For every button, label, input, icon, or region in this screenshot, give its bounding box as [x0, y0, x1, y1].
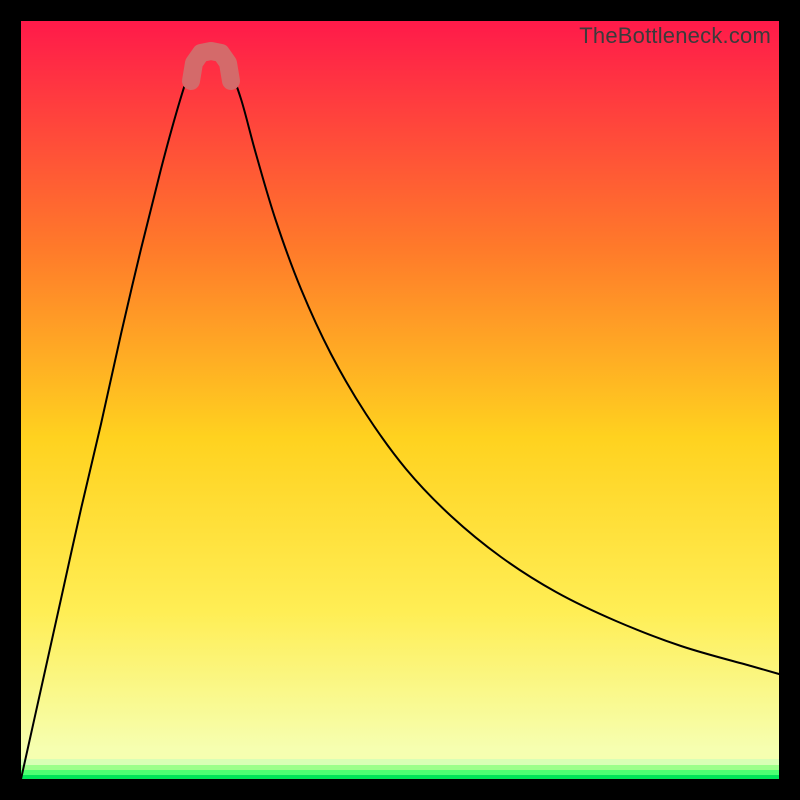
- bottleneck-curve: [21, 53, 779, 779]
- curve-layer: [21, 21, 779, 779]
- sweet-spot-marker: [191, 51, 231, 81]
- plot-area: TheBottleneck.com: [21, 21, 779, 779]
